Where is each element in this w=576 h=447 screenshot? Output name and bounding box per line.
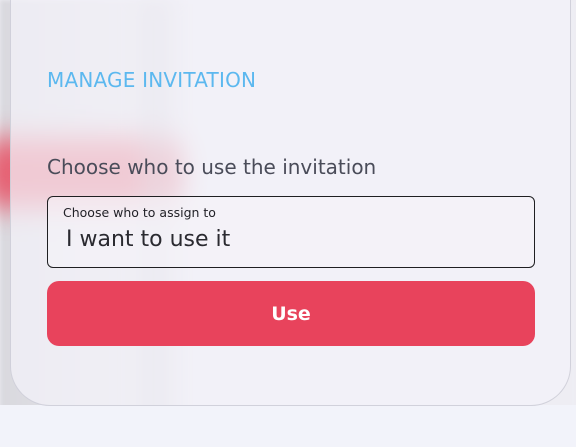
page-bottom-area — [0, 405, 576, 447]
use-button[interactable]: Use — [47, 281, 535, 346]
assign-to-select[interactable]: Choose who to assign to I want to use it — [47, 196, 535, 268]
modal-subtitle: Choose who to use the invitation — [47, 155, 377, 179]
modal-title: MANAGE INVITATION — [47, 68, 257, 92]
assign-to-label: Choose who to assign to — [63, 205, 216, 220]
use-button-label: Use — [271, 302, 311, 325]
assign-to-value: I want to use it — [66, 227, 231, 252]
